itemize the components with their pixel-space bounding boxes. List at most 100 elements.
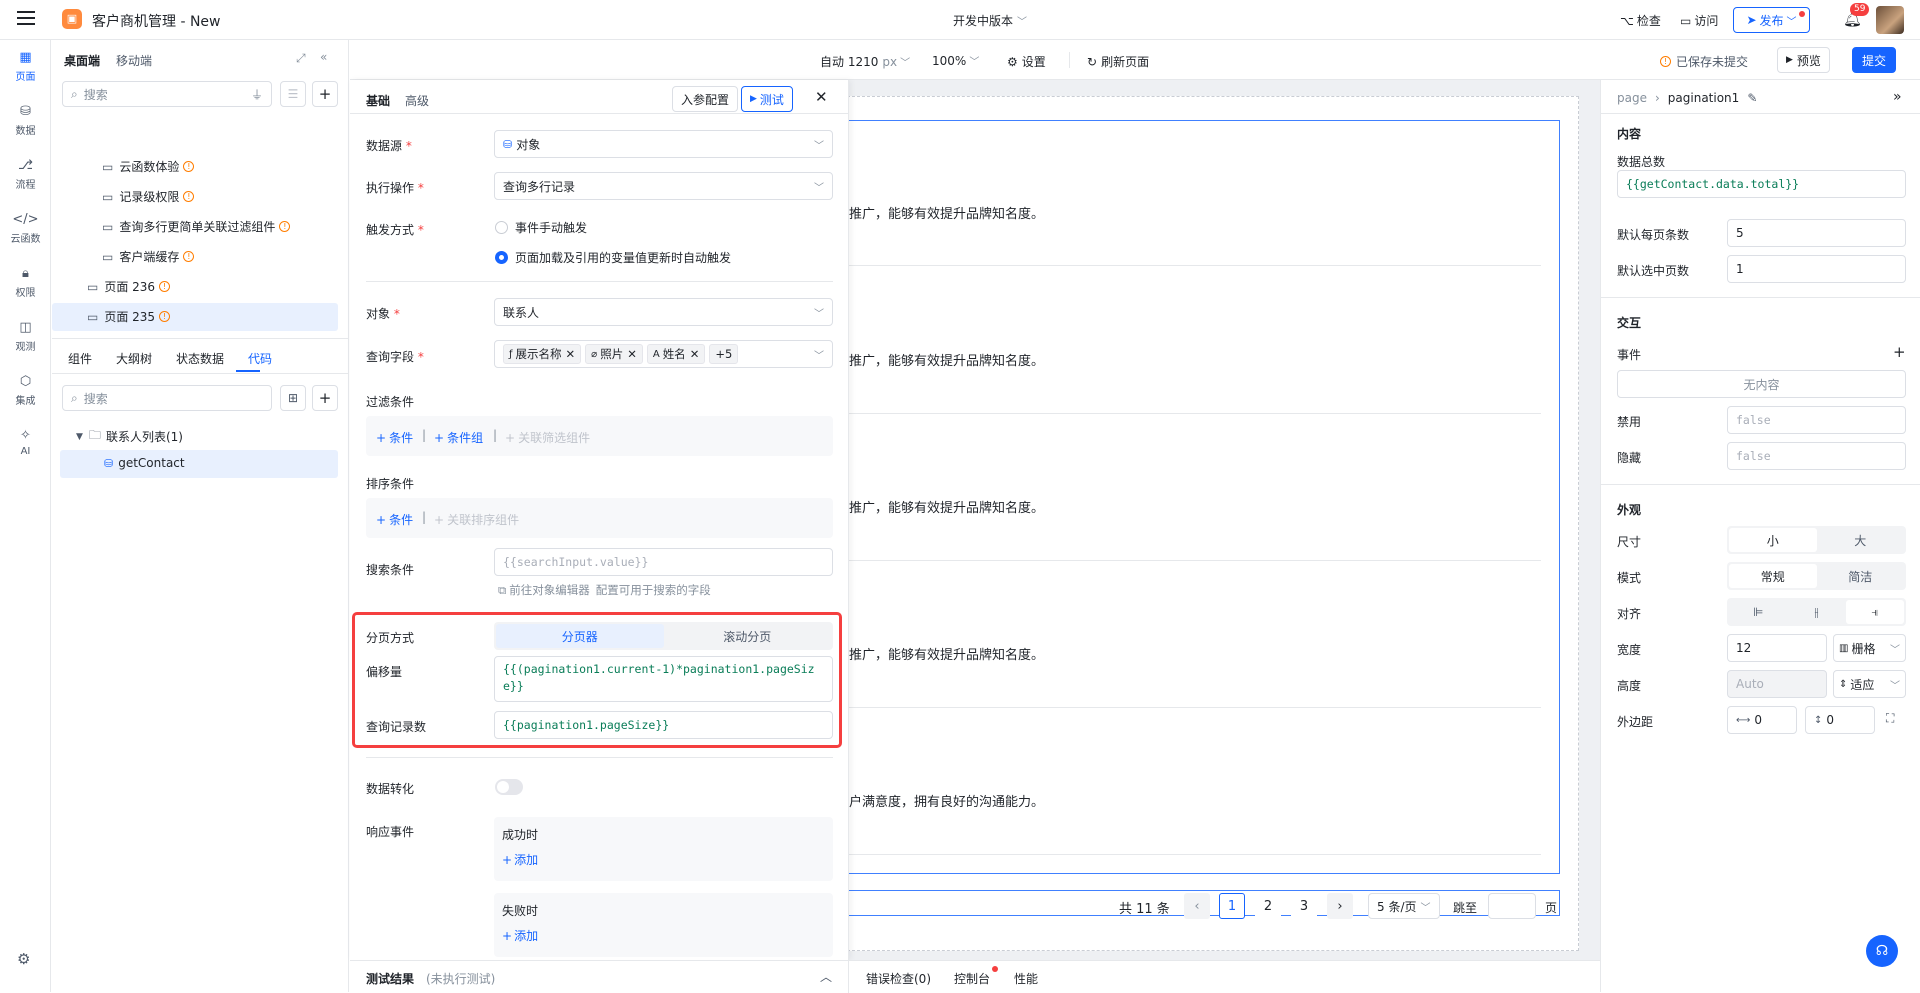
filter-icon[interactable]: ⏚ xyxy=(251,86,263,103)
tab-desktop[interactable]: 桌面端 xyxy=(64,52,100,69)
gear-icon[interactable]: ⚙ xyxy=(17,950,30,968)
tab-state[interactable]: 状态数据 xyxy=(176,350,224,367)
page-search-input[interactable]: ⌕ 搜索 ⏚ xyxy=(62,81,272,107)
publish-button[interactable]: ➤ 发布 ﹀ xyxy=(1733,7,1810,33)
rail-item-page[interactable]: ▦ 页面 xyxy=(0,50,51,83)
goto-editor-link[interactable]: 前往对象编辑器 xyxy=(509,582,590,598)
size-opt-small[interactable]: 小 xyxy=(1729,528,1817,552)
avatar[interactable] xyxy=(1876,6,1904,34)
tab-console[interactable]: 控制台 xyxy=(954,970,990,987)
tree-item-page[interactable]: ▭ 页面 236! xyxy=(87,278,171,295)
mode-opt-simple[interactable]: 简洁 xyxy=(1817,564,1905,588)
limit-input[interactable]: {{pagination1.pageSize}} xyxy=(494,711,833,739)
margin-x-input[interactable]: ⟷ 0 xyxy=(1727,706,1797,734)
rail-item-monitor[interactable]: ◫ 观测 xyxy=(0,320,51,353)
close-icon[interactable]: ✕ xyxy=(566,347,576,361)
add-event-icon[interactable]: + xyxy=(1893,343,1906,361)
folder-item[interactable]: ▼ 🗀︎ 联系人列表(1) xyxy=(76,426,183,447)
version-selector[interactable]: 开发中版本 ﹀ xyxy=(953,12,1027,29)
help-chat-button[interactable]: ☊ xyxy=(1866,935,1898,967)
object-select[interactable]: 联系人 ﹀ xyxy=(494,298,833,326)
fields-multiselect[interactable]: ƒ 展示名称 ✕ ⌀ 照片 ✕ A 姓名 ✕ +5 ﹀ xyxy=(494,340,833,368)
tree-item-page[interactable]: ▭ 云函数体验! xyxy=(102,158,195,175)
width-input[interactable]: 12 xyxy=(1727,634,1827,662)
field-tag[interactable]: ƒ 展示名称 ✕ xyxy=(503,344,582,364)
disabled-input[interactable]: false xyxy=(1727,406,1906,434)
tab-code[interactable]: 代码 xyxy=(248,350,272,367)
test-result-area[interactable] xyxy=(350,961,849,993)
add-group-button[interactable]: + 条件组 xyxy=(434,429,483,446)
test-button[interactable]: ▶ 测试 xyxy=(741,86,793,112)
trigger-radio-manual[interactable]: 事件手动触发 xyxy=(495,219,587,236)
breadcrumb-root[interactable]: page xyxy=(1617,91,1647,105)
add-fail-action[interactable]: + 添加 xyxy=(502,927,538,944)
paging-opt-pager[interactable]: 分页器 xyxy=(496,624,664,648)
add-query-button[interactable]: + xyxy=(312,385,338,411)
rail-item-function[interactable]: </> 云函数 xyxy=(0,212,51,245)
field-tag[interactable]: A 姓名 ✕ xyxy=(646,344,706,364)
menu-icon[interactable] xyxy=(17,10,35,26)
zoom-selector[interactable]: 100% ﹀ xyxy=(932,53,979,69)
page-size-input[interactable]: 5 xyxy=(1727,219,1906,247)
collapse-panel-icon[interactable]: » xyxy=(1893,89,1902,105)
action-select[interactable]: 查询多行记录 ﹀ xyxy=(494,172,833,200)
tree-item-page[interactable]: ▭ 记录级权限! xyxy=(102,188,195,205)
check-button[interactable]: ⌥ 检查 xyxy=(1620,12,1661,29)
canvas-width-selector[interactable]: 自动 1210 px ﹀ xyxy=(820,53,910,70)
width-unit-select[interactable]: ▥ 栅格 ﹀ xyxy=(1833,634,1906,662)
tree-sort-button[interactable]: ☰ xyxy=(280,81,306,107)
link-filter-button[interactable]: + 关联筛选组件 xyxy=(505,429,590,446)
close-icon[interactable]: ✕ xyxy=(690,347,700,361)
next-page-button[interactable]: › xyxy=(1327,893,1353,919)
submit-button[interactable]: 提交 xyxy=(1852,47,1896,73)
trigger-radio-auto[interactable]: 页面加载及引用的变量值更新时自动触发 xyxy=(495,249,731,266)
margin-y-input[interactable]: ↕ 0 xyxy=(1805,706,1875,734)
settings-button[interactable]: ⚙ 设置 xyxy=(1007,53,1046,70)
code-search-input[interactable]: ⌕ 搜索 xyxy=(62,385,272,411)
preview-button[interactable]: ▶ 预览 xyxy=(1777,47,1830,73)
align-right-icon[interactable]: ⫣ xyxy=(1845,600,1904,624)
page-button-2[interactable]: 2 xyxy=(1255,893,1281,919)
transform-toggle[interactable] xyxy=(495,779,523,795)
prev-page-button[interactable]: ‹ xyxy=(1184,893,1210,919)
mode-opt-normal[interactable]: 常规 xyxy=(1729,564,1817,588)
rail-item-flow[interactable]: ⎇ 流程 xyxy=(0,158,51,191)
datasource-select[interactable]: ⛁ 对象 ﹀ xyxy=(494,130,833,158)
edit-icon[interactable]: ✎ xyxy=(1747,91,1757,105)
align-left-icon[interactable]: ⊫ xyxy=(1729,600,1787,624)
add-page-button[interactable]: + xyxy=(312,81,338,107)
tab-performance[interactable]: 性能 xyxy=(1014,970,1038,987)
tab-components[interactable]: 组件 xyxy=(68,350,92,367)
close-icon[interactable]: ✕ xyxy=(627,347,637,361)
tree-item-page-selected[interactable]: ▭ 页面 235! xyxy=(87,308,171,325)
page-button-3[interactable]: 3 xyxy=(1291,893,1317,919)
visit-button[interactable]: ▭ 访问 xyxy=(1680,12,1718,29)
tree-item-page[interactable]: ▭ 客户端缓存! xyxy=(102,248,195,265)
total-input[interactable]: {{getContact.data.total}} xyxy=(1617,170,1906,198)
new-folder-button[interactable]: ⊞ xyxy=(280,385,306,411)
jump-input[interactable] xyxy=(1488,893,1536,919)
rail-item-data[interactable]: ⛁ 数据 xyxy=(0,104,51,137)
rail-item-ai[interactable]: ✧ AI xyxy=(0,428,51,457)
query-item[interactable]: ⛁ getContact xyxy=(104,456,185,470)
param-config-button[interactable]: 入参配置 xyxy=(672,86,739,112)
rail-item-integration[interactable]: ⬡ 集成 xyxy=(0,374,51,407)
add-sort-condition-button[interactable]: + 条件 xyxy=(376,511,413,528)
chevron-up-icon[interactable]: ︿ xyxy=(820,968,832,985)
height-unit-select[interactable]: ⇕ 适应 ﹀ xyxy=(1833,670,1906,698)
more-fields-tag[interactable]: +5 xyxy=(709,344,739,364)
page-button-1[interactable]: 1 xyxy=(1219,893,1245,919)
page-size-select[interactable]: 5 条/页 ﹀ xyxy=(1368,893,1440,919)
tree-item-page[interactable]: ▭ 查询多行更简单关联过滤组件! xyxy=(102,218,291,235)
tab-advanced[interactable]: 高级 xyxy=(405,92,429,109)
rail-item-permission[interactable]: 🔒︎ 权限 xyxy=(0,266,51,299)
collapse-icon[interactable]: « xyxy=(320,50,327,64)
add-condition-button[interactable]: + 条件 xyxy=(376,429,413,446)
refresh-button[interactable]: ↻ 刷新页面 xyxy=(1087,53,1149,70)
add-success-action[interactable]: + 添加 xyxy=(502,851,538,868)
size-opt-large[interactable]: 大 xyxy=(1817,528,1905,552)
margin-link-icon[interactable]: ⛶ xyxy=(1886,711,1894,726)
paging-opt-scroll[interactable]: 滚动分页 xyxy=(664,624,832,648)
current-page-input[interactable]: 1 xyxy=(1727,255,1906,283)
tab-basic[interactable]: 基础 xyxy=(366,92,390,109)
